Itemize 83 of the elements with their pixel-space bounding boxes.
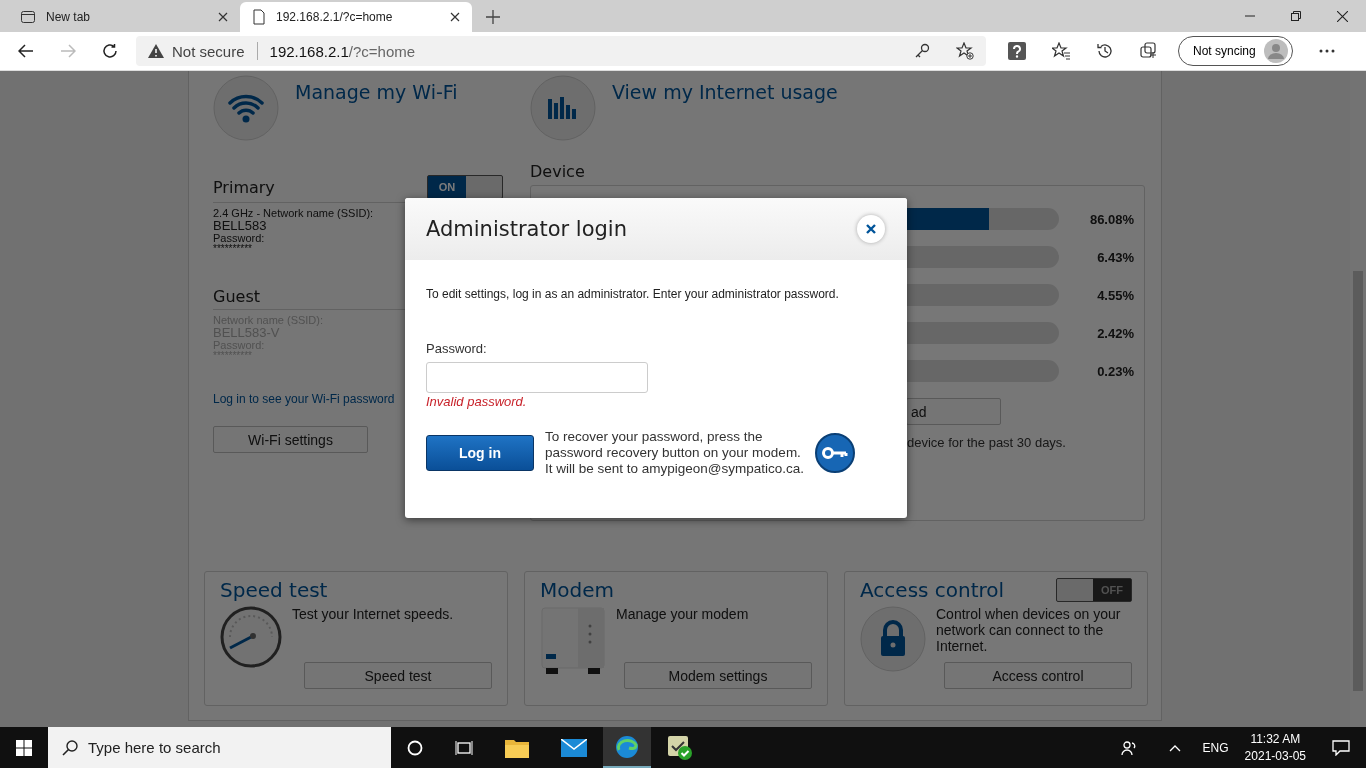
mail-icon[interactable] — [561, 738, 587, 757]
password-value: ********** — [213, 351, 252, 360]
language-indicator[interactable]: ENG — [1202, 740, 1229, 755]
section-title[interactable]: Manage my Wi-Fi — [295, 81, 458, 103]
close-icon[interactable] — [450, 12, 460, 22]
download-button[interactable]: ad — [906, 398, 1001, 425]
card-button[interactable]: Speed test — [304, 662, 492, 689]
usage-percent: 86.08% — [1088, 211, 1134, 227]
tab-page-icon — [20, 9, 36, 25]
history-icon[interactable] — [1096, 42, 1114, 60]
password-label: Password: — [213, 232, 265, 244]
card-button[interactable]: Modem settings — [624, 662, 812, 689]
password-field[interactable] — [426, 362, 648, 393]
key-icon[interactable] — [914, 43, 930, 59]
clock-time[interactable]: 11:32 AM — [1250, 730, 1301, 748]
close-icon[interactable] — [1337, 10, 1348, 22]
restore-icon[interactable] — [1291, 10, 1301, 21]
folder-icon[interactable] — [505, 737, 529, 758]
card-title[interactable]: Access control — [860, 578, 1005, 602]
device-heading: Device — [530, 162, 586, 181]
key-icon — [815, 433, 856, 473]
wifi-settings-button[interactable]: Wi-Fi settings — [213, 426, 368, 453]
bar-chart-icon — [530, 75, 596, 141]
browser-tab[interactable]: New tab — [8, 2, 240, 32]
usage-percent: 2.42% — [1096, 325, 1134, 341]
warning-icon — [148, 44, 164, 58]
cortana-icon[interactable] — [407, 739, 423, 756]
close-icon — [866, 224, 876, 234]
card-title[interactable]: Speed test — [220, 578, 328, 602]
people-icon[interactable] — [1120, 739, 1137, 756]
search-icon — [62, 739, 78, 756]
recovery-instructions: To recover your password, press the password recovery button on your modem. It will be sent to amypigeon@sympatico.ca. — [545, 429, 805, 477]
login-button[interactable]: Log in — [426, 435, 534, 471]
network-heading: Primary — [213, 177, 275, 197]
card-title[interactable]: Modem — [540, 578, 614, 602]
dialog-title: Administrator login — [426, 217, 627, 241]
close-button[interactable] — [857, 215, 885, 243]
sync-button[interactable]: Not syncing — [1178, 36, 1293, 66]
usage-percent: 4.55% — [1096, 287, 1134, 303]
notifications-icon[interactable] — [1332, 739, 1350, 756]
security-label: Not secure — [172, 42, 245, 60]
usage-percent: 6.43% — [1096, 249, 1134, 265]
wifi-icon — [213, 75, 279, 141]
browser-tab[interactable]: 192.168.2.1/?c=home — [240, 2, 472, 32]
security-check-icon[interactable] — [667, 734, 693, 761]
back-icon[interactable] — [18, 44, 34, 58]
usage-percent: 0.23% — [1096, 363, 1134, 379]
more-icon[interactable] — [1318, 49, 1335, 53]
clock-date[interactable]: 2021-03-05 — [1244, 747, 1306, 765]
card-description: Manage your modem — [616, 606, 750, 624]
tab-page-icon — [252, 9, 266, 25]
collections-icon[interactable] — [1140, 42, 1158, 60]
close-icon[interactable] — [218, 12, 228, 22]
refresh-icon[interactable] — [102, 43, 118, 59]
card-description: Test your Internet speeds. — [292, 606, 455, 624]
new-tab-icon[interactable] — [486, 10, 500, 24]
error-message: Invalid password. — [426, 394, 528, 409]
url-text: 192.168.2.1/?c=home — [269, 42, 416, 60]
browser-icon[interactable] — [615, 734, 639, 759]
help-icon[interactable] — [1008, 42, 1026, 60]
start-icon[interactable] — [16, 739, 32, 756]
favorites-icon[interactable] — [1052, 42, 1070, 60]
section-title[interactable]: View my Internet usage — [612, 81, 838, 103]
ssid-value: BELL583 — [213, 219, 267, 232]
login-link[interactable]: Log in to see your Wi-Fi password — [213, 392, 395, 406]
chevron-up-icon[interactable] — [1168, 743, 1181, 752]
dialog-instructions: To edit settings, log in as an administrator. Enter your administrator password. — [426, 287, 840, 301]
address-bar[interactable]: Not secure 192.168.2.1/?c=home — [136, 36, 986, 66]
add-favorite-icon[interactable] — [956, 42, 974, 60]
network-label: 2.4 GHz - Network name (SSID): — [213, 207, 374, 219]
password-value: ********** — [213, 244, 252, 253]
access-toggle[interactable]: OFF — [1056, 578, 1132, 602]
usage-note: device for the past 30 days. — [907, 435, 1066, 450]
card-button[interactable]: Access control — [944, 662, 1132, 689]
network-heading: Guest — [213, 287, 260, 306]
task-view-icon[interactable] — [455, 739, 473, 756]
padlock-icon — [860, 606, 926, 672]
avatar-icon — [1263, 39, 1288, 63]
taskbar-search-field[interactable]: Type here to search — [48, 727, 391, 768]
card-description: Control when devices on your network can connect to the Internet. — [936, 606, 1122, 656]
password-label: Password: — [426, 341, 488, 356]
wifi-toggle[interactable]: ON — [427, 175, 503, 199]
speedometer-icon — [220, 606, 282, 668]
